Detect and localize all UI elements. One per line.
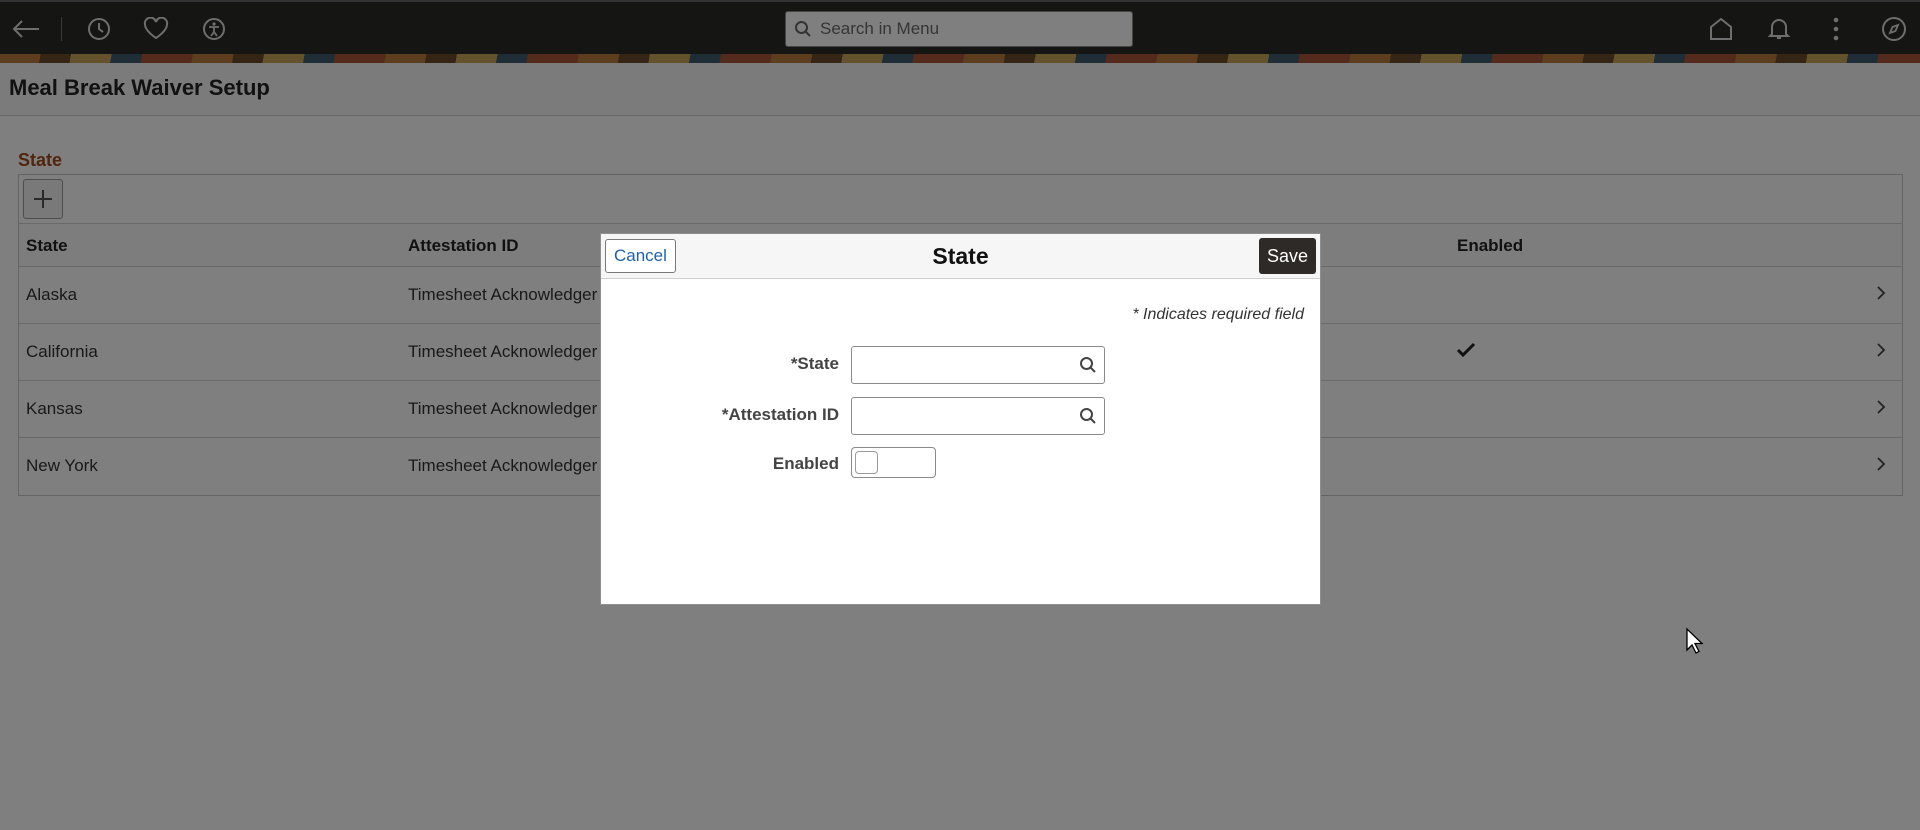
enabled-toggle[interactable] bbox=[851, 447, 936, 478]
state-field[interactable] bbox=[851, 346, 1105, 384]
state-field-label: *State bbox=[790, 354, 839, 373]
lookup-search-icon[interactable] bbox=[1079, 356, 1097, 379]
required-field-note: * Indicates required field bbox=[1132, 306, 1304, 323]
enabled-field-label: Enabled bbox=[772, 454, 839, 473]
lookup-search-icon[interactable] bbox=[1079, 407, 1097, 430]
attestation-id-field[interactable] bbox=[851, 397, 1105, 435]
attestation-id-field-label: *Attestation ID bbox=[721, 405, 839, 424]
state-modal-dialog: Cancel State Save * Indicates required f… bbox=[600, 233, 1321, 605]
modal-header: Cancel State Save bbox=[601, 234, 1320, 279]
toggle-knob bbox=[855, 451, 878, 474]
save-button[interactable]: Save bbox=[1258, 238, 1316, 274]
mouse-cursor-icon bbox=[1685, 627, 1705, 660]
modal-title: State bbox=[932, 243, 989, 269]
